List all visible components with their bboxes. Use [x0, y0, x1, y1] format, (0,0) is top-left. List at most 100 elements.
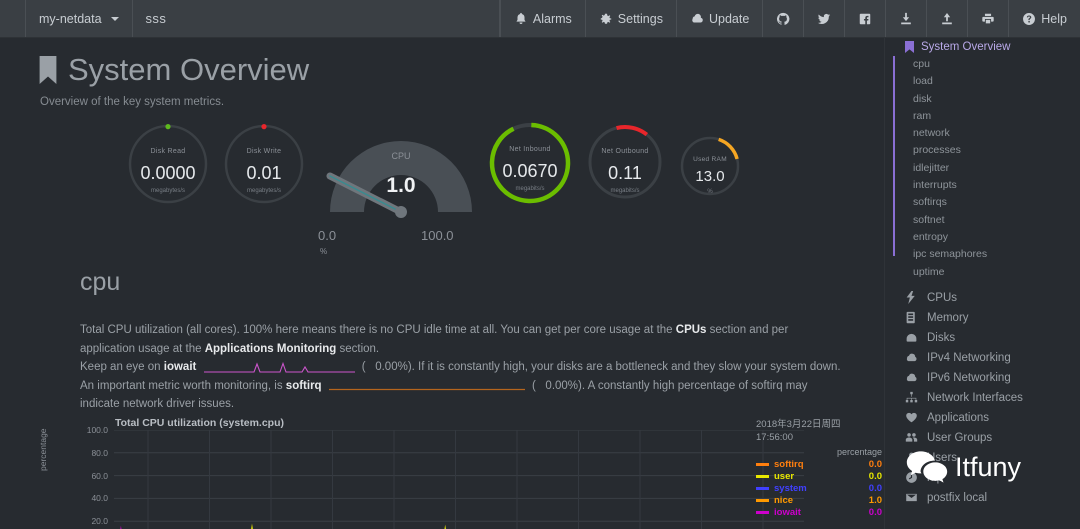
iowait-intro: Keep an eye on [80, 361, 164, 373]
legend-series-value: 0.0 [868, 482, 882, 494]
memory-icon [906, 312, 915, 324]
iowait-open-paren: ( [361, 361, 366, 373]
chart-y-tick: 80.0 [91, 447, 108, 458]
gauge-net-outbound-value: 0.11 [608, 163, 642, 183]
host-selector[interactable]: my-netdata [26, 0, 133, 37]
gauge-disk-write-name: Disk Write [246, 148, 282, 155]
download-button[interactable] [885, 0, 926, 37]
gauge-disk-read[interactable]: Disk Read 0.0000 megabytes/s [126, 122, 210, 206]
sidebar-item-label: User Groups [927, 431, 993, 444]
legend-series-name: user [774, 470, 795, 482]
update-button[interactable]: Update [675, 0, 762, 37]
legend-row[interactable]: iowait 0.0 [756, 507, 884, 519]
sidebar-item-ntp[interactable]: ntp [885, 468, 1080, 488]
bookmark-icon [39, 56, 57, 84]
facebook-icon [860, 13, 871, 24]
applications-monitoring-link[interactable]: Applications Monitoring [205, 343, 337, 355]
sidebar-item-user-groups[interactable]: User Groups [885, 428, 1080, 448]
chart-plot-area[interactable] [114, 430, 804, 529]
gauge-used-ram-value: 13.0 [695, 168, 725, 185]
gauge-cpu-dial [326, 141, 472, 218]
gauge-net-inbound[interactable]: Net Inbound 0.0670 megabits/s [487, 120, 573, 206]
twitter-link[interactable] [803, 0, 844, 37]
gauge-disk-read-indicator [165, 124, 171, 130]
sidebar-item-ram[interactable]: ram [885, 108, 1080, 125]
cpu-chart[interactable]: Total CPU utilization (system.cpu) perce… [30, 416, 884, 529]
sidebar-item-idlejitter[interactable]: idlejitter [885, 160, 1080, 177]
sidebar-item-applications[interactable]: Applications [885, 408, 1080, 428]
print-button[interactable] [967, 0, 1008, 37]
chart-y-axis-label: percentage [38, 428, 48, 471]
legend-row[interactable]: softirq 0.0 [756, 458, 884, 470]
github-link[interactable] [762, 0, 803, 37]
bell-icon [516, 12, 526, 24]
cpu-desc-part1: Total CPU utilization (all cores). 100% … [80, 324, 676, 336]
sidebar-sub-items: cpu load disk ram network processes idlejitter… [885, 56, 1080, 281]
sidebar-item-softnet[interactable]: softnet [885, 212, 1080, 229]
sidebar-item-disks[interactable]: Disks [885, 328, 1080, 348]
clock-icon [906, 472, 917, 484]
gauge-used-ram[interactable]: Used RAM 13.0 % [678, 134, 742, 198]
sidebar-item-entropy[interactable]: entropy [885, 229, 1080, 246]
sidebar-item-disk[interactable]: disk [885, 91, 1080, 108]
softirq-sparkline [328, 389, 525, 391]
settings-button[interactable]: Settings [584, 0, 676, 37]
legend-date: 2018年3月22日周四 [756, 419, 841, 430]
legend-time: 17:56:00 [756, 432, 793, 443]
sidebar-item-postfix-local[interactable]: postfix local [885, 488, 1080, 508]
chart-y-tick: 100.0 [86, 425, 108, 435]
chart-series-peak [444, 524, 446, 529]
host-selector-label: my-netdata [39, 11, 102, 26]
gauge-net-outbound[interactable]: Net Outbound 0.11 megabits/s [585, 122, 665, 202]
gauge-cpu[interactable]: CPU 1.0 0.0 % 100.0 [316, 116, 486, 256]
cpus-link[interactable]: CPUs [676, 324, 707, 336]
github-icon [777, 12, 790, 25]
help-button[interactable]: Help [1008, 0, 1080, 37]
dashboard-title-label: sss [145, 11, 167, 26]
sidebar-item-ipv6-networking[interactable]: IPv6 Networking [885, 368, 1080, 388]
nav-left-spacer [0, 0, 26, 37]
page-subtitle: Overview of the key system metrics. [40, 96, 225, 108]
sidebar-item-ipv4-networking[interactable]: IPv4 Networking [885, 348, 1080, 368]
sidebar-item-uptime[interactable]: uptime [885, 264, 1080, 281]
sidebar-item-processes[interactable]: processes [885, 142, 1080, 159]
legend-series-value: 0.0 [868, 470, 882, 482]
sidebar-item-memory[interactable]: Memory [885, 308, 1080, 328]
sidebar-item-ipc-semaphores[interactable]: ipc semaphores [885, 246, 1080, 263]
sidebar-item-network-interfaces[interactable]: Network Interfaces [885, 388, 1080, 408]
top-navigation-bar: my-netdata sss Alarms Settings Update He… [0, 0, 1080, 38]
gauge-disk-write-unit: megabytes/s [246, 188, 282, 194]
softirq-open-paren: ( [531, 379, 536, 392]
chevron-down-icon [110, 16, 119, 21]
legend-swatch [756, 462, 769, 466]
legend-row[interactable]: system 0.0 [756, 482, 884, 494]
sidebar-item-softirqs[interactable]: softirqs [885, 194, 1080, 211]
cloud-update-icon [692, 13, 703, 22]
legend-swatch [756, 499, 769, 503]
gauge-disk-write[interactable]: Disk Write 0.01 megabytes/s [222, 122, 306, 206]
chart-series-peak [251, 523, 253, 529]
sidebar-item-cpus[interactable]: CPUs [885, 288, 1080, 308]
legend-row[interactable]: user 0.0 [756, 470, 884, 482]
legend-rows: softirq 0.0 user 0.0 system 0.0 nice 1.0 iowait 0… [756, 458, 884, 519]
sidebar-item-users[interactable]: Users [885, 448, 1080, 468]
sidebar-section-system-overview[interactable]: System Overview [885, 38, 1080, 56]
sidebar-item-cpu[interactable]: cpu [885, 56, 1080, 73]
chart-legend: 2018年3月22日周四 17:56:00 percentage softirq… [756, 418, 884, 519]
bolt-icon [906, 291, 915, 305]
sidebar-item-network[interactable]: network [885, 125, 1080, 142]
chart-y-tick: 60.0 [91, 470, 108, 481]
sidebar-item-label: CPUs [927, 291, 958, 304]
right-sidebar[interactable]: System Overview cpu load disk ram network pro… [884, 38, 1080, 529]
sidebar-item-interrupts[interactable]: interrupts [885, 177, 1080, 194]
legend-row[interactable]: nice 1.0 [756, 495, 884, 507]
legend-series-name: iowait [774, 507, 801, 519]
sitemap-icon [905, 392, 918, 403]
facebook-link[interactable] [844, 0, 885, 37]
gauge-net-inbound-name: Net Inbound [509, 146, 551, 153]
upload-button[interactable] [926, 0, 967, 37]
alarms-button[interactable]: Alarms [499, 0, 585, 37]
hdd-icon [906, 334, 917, 342]
sidebar-item-load[interactable]: load [885, 73, 1080, 90]
softirq-label: softirq [285, 379, 322, 392]
